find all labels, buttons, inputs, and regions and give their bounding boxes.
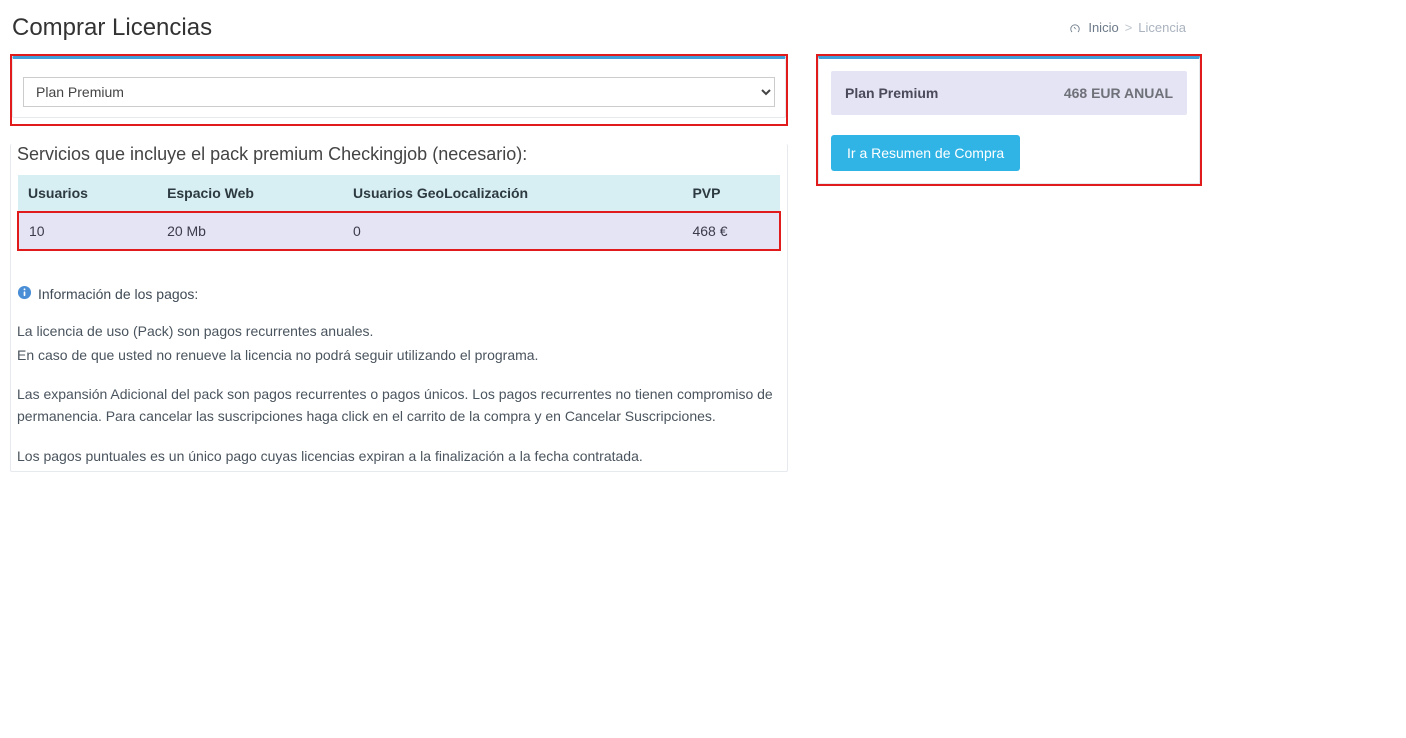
cell-espacio: 20 Mb — [157, 212, 343, 250]
page-title: Comprar Licencias — [12, 14, 1396, 42]
info-text: La licencia de uso (Pack) son pagos recu… — [17, 321, 781, 467]
col-usuarios: Usuarios — [18, 175, 157, 212]
info-heading: Información de los pagos: — [17, 285, 781, 303]
col-pvp: PVP — [682, 175, 780, 212]
info-heading-text: Información de los pagos: — [38, 286, 198, 302]
summary-price: 468 EUR ANUAL — [1064, 85, 1173, 101]
info-p4: Los pagos puntuales es un único pago cuy… — [17, 446, 781, 468]
info-icon — [17, 285, 32, 303]
table-header-row: Usuarios Espacio Web Usuarios GeoLocaliz… — [18, 175, 780, 212]
services-table: Usuarios Espacio Web Usuarios GeoLocaliz… — [17, 175, 781, 251]
info-p2: En caso de que usted no renueve la licen… — [17, 345, 781, 367]
plan-select[interactable]: Plan Premium — [23, 77, 775, 107]
services-subheading: Servicios que incluye el pack premium Ch… — [17, 144, 781, 165]
col-espacio: Espacio Web — [157, 175, 343, 212]
breadcrumb: Inicio > Licencia — [1068, 20, 1186, 36]
cell-pvp: 468 € — [682, 212, 780, 250]
plan-select-highlight: Plan Premium — [10, 54, 788, 126]
breadcrumb-home[interactable]: Inicio — [1088, 20, 1118, 35]
summary-plan-name: Plan Premium — [845, 85, 1064, 101]
summary-row: Plan Premium 468 EUR ANUAL — [831, 71, 1187, 115]
breadcrumb-current: Licencia — [1138, 20, 1186, 35]
dashboard-icon — [1068, 20, 1082, 36]
summary-highlight: Plan Premium 468 EUR ANUAL Ir a Resumen … — [816, 54, 1202, 186]
go-to-summary-button[interactable]: Ir a Resumen de Compra — [831, 135, 1020, 171]
table-row: 10 20 Mb 0 468 € — [18, 212, 780, 250]
summary-panel: Plan Premium 468 EUR ANUAL Ir a Resumen … — [818, 56, 1200, 184]
cell-usuarios: 10 — [18, 212, 157, 250]
chevron-right-icon: > — [1125, 20, 1133, 35]
info-p1: La licencia de uso (Pack) son pagos recu… — [17, 321, 781, 343]
cell-geo: 0 — [343, 212, 682, 250]
col-geo: Usuarios GeoLocalización — [343, 175, 682, 212]
info-p3: Las expansión Adicional del pack son pag… — [17, 384, 781, 427]
